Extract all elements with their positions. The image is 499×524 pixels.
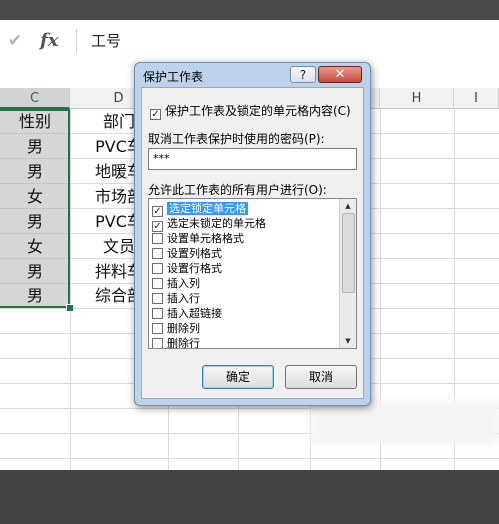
help-button[interactable]: ? xyxy=(290,66,316,83)
permission-label: 设置行格式 xyxy=(167,262,222,275)
fill-handle[interactable] xyxy=(66,304,74,312)
watermark-blur xyxy=(310,400,499,444)
check-mark-icon[interactable]: ✔ xyxy=(8,29,26,53)
permissions-list[interactable]: ✓ 选定锁定单元格 ✓ 选定未锁定的单元格 设置单元格格式 设置列格式设置行格式插入列插入… xyxy=(148,198,357,349)
permission-label: 设置单元格格式 xyxy=(167,232,244,245)
permission-label: 插入行 xyxy=(167,292,200,305)
function-icon[interactable]: fx xyxy=(40,29,68,53)
permission-checkbox[interactable] xyxy=(152,293,163,304)
list-scrollbar[interactable]: ▲ ▼ xyxy=(339,199,356,348)
permission-checkbox[interactable] xyxy=(152,278,163,289)
dialog-body: ✓ 保护工作表及锁定的单元格内容(C) 取消工作表保护时使用的密码(P): ***… xyxy=(141,87,364,399)
column-header-h[interactable]: H xyxy=(380,88,454,109)
permission-checkbox[interactable] xyxy=(152,338,163,348)
permission-label: 选定锁定单元格 xyxy=(167,202,248,215)
title-bar xyxy=(0,0,499,20)
dialog-title: 保护工作表 xyxy=(143,70,204,84)
formula-bar: ✔ fx 工号 xyxy=(0,20,499,61)
password-label: 取消工作表保护时使用的密码(P): xyxy=(148,132,325,146)
formula-input[interactable]: 工号 xyxy=(76,29,496,53)
close-button[interactable]: ✕ xyxy=(318,66,362,83)
scroll-down-icon[interactable]: ▼ xyxy=(340,334,356,348)
permission-item[interactable]: 插入行 xyxy=(152,291,200,306)
permission-item[interactable]: 删除列 xyxy=(152,321,200,336)
protect-checkbox-row[interactable]: ✓ 保护工作表及锁定的单元格内容(C) xyxy=(150,102,351,120)
permission-item[interactable]: ✓ 选定锁定单元格 xyxy=(152,201,248,217)
permission-item[interactable]: 插入超链接 xyxy=(152,306,222,321)
protect-checkbox[interactable]: ✓ xyxy=(150,109,161,120)
permission-checkbox[interactable] xyxy=(152,308,163,319)
selection-border xyxy=(0,109,70,308)
permission-item[interactable]: 设置列格式 xyxy=(152,246,222,261)
permissions-label: 允许此工作表的所有用户进行(O): xyxy=(148,183,327,197)
column-header-c[interactable]: C xyxy=(0,88,70,109)
permission-label: 选定未锁定的单元格 xyxy=(167,217,266,230)
protect-checkbox-label: 保护工作表及锁定的单元格内容(C) xyxy=(165,104,351,118)
formula-controls: ✔ fx xyxy=(0,29,76,53)
permission-item[interactable]: 删除行 xyxy=(152,336,200,349)
permission-item[interactable]: 设置单元格格式 xyxy=(152,231,244,246)
permission-checkbox[interactable] xyxy=(152,248,163,259)
permission-label: 插入列 xyxy=(167,277,200,290)
permission-checkbox[interactable] xyxy=(152,233,163,244)
permission-item[interactable]: ✓ 选定未锁定的单元格 xyxy=(152,216,266,232)
scroll-thumb[interactable] xyxy=(342,213,355,293)
status-area xyxy=(0,470,499,524)
permission-checkbox[interactable] xyxy=(152,263,163,274)
permission-item[interactable]: 插入列 xyxy=(152,276,200,291)
permission-label: 设置列格式 xyxy=(167,247,222,260)
permission-checkbox[interactable] xyxy=(152,323,163,334)
ok-button[interactable]: 确定 xyxy=(202,365,274,389)
permission-label: 删除行 xyxy=(167,337,200,349)
column-header-i[interactable]: I xyxy=(454,88,499,109)
permission-label: 删除列 xyxy=(167,322,200,335)
permission-label: 插入超链接 xyxy=(167,307,222,320)
password-input[interactable]: *** xyxy=(148,148,357,170)
scroll-up-icon[interactable]: ▲ xyxy=(340,199,356,213)
permission-item[interactable]: 设置行格式 xyxy=(152,261,222,276)
cancel-button[interactable]: 取消 xyxy=(285,365,357,389)
protect-sheet-dialog: 保护工作表 ? ✕ ✓ 保护工作表及锁定的单元格内容(C) 取消工作表保护时使用的… xyxy=(134,62,371,406)
